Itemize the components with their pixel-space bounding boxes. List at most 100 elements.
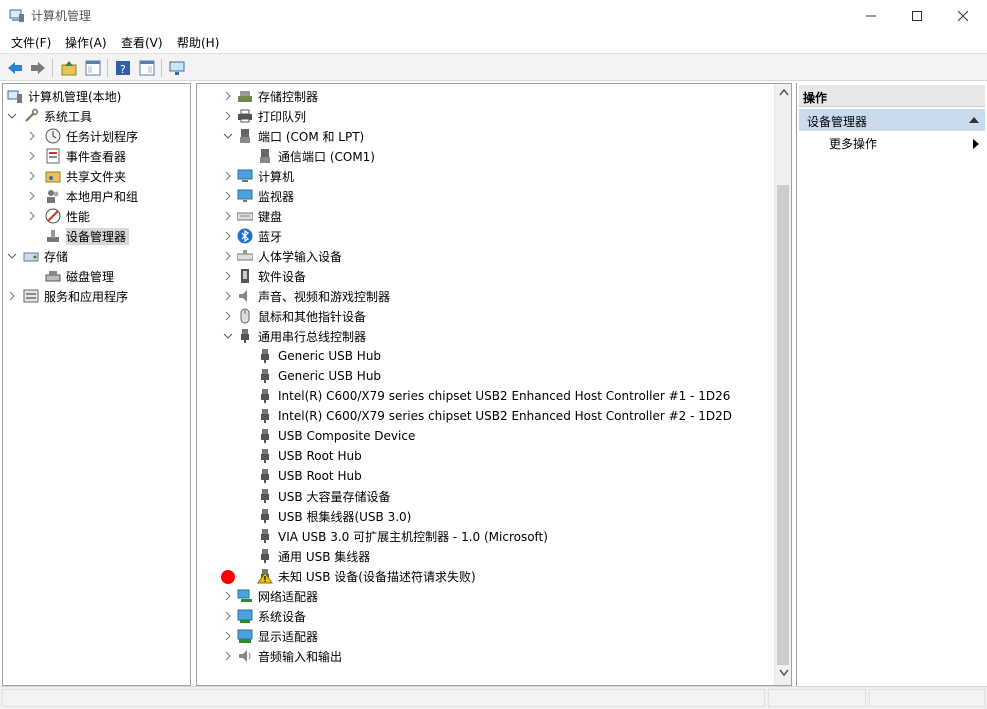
chevron-down-icon[interactable] (7, 251, 17, 261)
chevron-right-icon[interactable] (27, 151, 37, 161)
usb-icon (257, 368, 273, 384)
scroll-up-icon[interactable] (775, 88, 791, 100)
device-tree-item[interactable]: 人体学输入设备 (225, 246, 342, 266)
menu-help[interactable]: 帮助(H) (177, 34, 219, 51)
chevron-right-icon[interactable] (223, 651, 233, 661)
chevron-down-icon[interactable] (7, 111, 17, 121)
scrollbar-thumb[interactable] (777, 185, 789, 665)
device-tree-item[interactable]: Generic USB Hub (257, 366, 381, 386)
device-tree-item[interactable]: 端口 (COM 和 LPT) (223, 126, 364, 146)
speaker-icon (237, 288, 253, 304)
usb-icon (257, 448, 273, 464)
event-viewer-icon (45, 148, 61, 164)
tree-item-shared-folders[interactable]: 共享文件夹 (27, 166, 126, 186)
device-tree-item[interactable]: 计算机 (225, 166, 294, 186)
actions-pane: 操作 设备管理器 更多操作 (796, 83, 987, 686)
chevron-right-icon[interactable] (223, 111, 233, 121)
device-tree-item[interactable]: 软件设备 (225, 266, 306, 286)
device-tree-item[interactable]: 存储控制器 (225, 86, 318, 106)
tree-item-device-manager[interactable]: 设备管理器 (45, 226, 130, 246)
device-tree-item[interactable]: USB Root Hub (257, 446, 362, 466)
device-tree-item[interactable]: USB Root Hub (257, 466, 362, 486)
tree-item-task-scheduler[interactable]: 任务计划程序 (27, 126, 138, 146)
device-tree-item[interactable]: 显示适配器 (225, 626, 318, 646)
device-tree-item[interactable]: USB 大容量存储设备 (257, 486, 390, 506)
show-action-pane-icon[interactable] (138, 59, 156, 77)
menu-file[interactable]: 文件(F) (11, 34, 51, 51)
chevron-right-icon[interactable] (223, 191, 233, 201)
forward-icon[interactable] (29, 59, 47, 77)
chevron-right-icon[interactable] (223, 271, 233, 281)
tree-item-label: 存储 (44, 249, 69, 264)
scroll-down-icon[interactable] (775, 669, 791, 681)
tree-item-local-users[interactable]: 本地用户和组 (27, 186, 138, 206)
red-marker-dot (221, 570, 235, 584)
tree-root[interactable]: 计算机管理(本地) (7, 86, 121, 106)
maximize-button[interactable] (894, 0, 940, 32)
chevron-right-icon[interactable] (223, 211, 233, 221)
chevron-right-icon[interactable] (223, 231, 233, 241)
device-tree-item[interactable]: 音频输入和输出 (225, 646, 342, 666)
device-tree-item[interactable]: 监视器 (225, 186, 294, 206)
chevron-down-icon[interactable] (223, 131, 233, 141)
tree-item-services[interactable]: 服务和应用程序 (7, 286, 128, 306)
back-icon[interactable] (6, 59, 24, 77)
chevron-right-icon[interactable] (223, 251, 233, 261)
device-tree-item[interactable]: USB Composite Device (257, 426, 415, 446)
tree-item-storage[interactable]: 存储 (7, 246, 68, 266)
chevron-right-icon[interactable] (27, 131, 37, 141)
chevron-right-icon[interactable] (223, 311, 233, 321)
minimize-button[interactable] (848, 0, 894, 32)
collapse-up-icon[interactable] (969, 117, 979, 123)
device-tree-item[interactable]: Intel(R) C600/X79 series chipset USB2 En… (257, 406, 732, 426)
actions-group-label: 设备管理器 (807, 115, 868, 129)
device-tree-item[interactable]: 系统设备 (225, 606, 306, 626)
warning-icon (257, 568, 273, 584)
chevron-right-icon[interactable] (27, 191, 37, 201)
status-segment (869, 689, 985, 707)
help-icon[interactable]: ? (114, 59, 132, 77)
vertical-scrollbar[interactable] (774, 84, 791, 685)
chevron-right-icon[interactable] (223, 171, 233, 181)
tree-item-system-tools[interactable]: 系统工具 (7, 106, 92, 126)
monitor-icon[interactable] (168, 59, 186, 77)
chevron-right-icon[interactable] (223, 291, 233, 301)
device-tree-item[interactable]: 鼠标和其他指针设备 (225, 306, 366, 326)
tree-item-disk-management[interactable]: 磁盘管理 (45, 266, 114, 286)
more-actions-item[interactable]: 更多操作 (829, 135, 985, 155)
chevron-right-icon[interactable] (27, 211, 37, 221)
device-tree-item[interactable]: 通用串行总线控制器 (223, 326, 366, 346)
device-tree-item[interactable]: 未知 USB 设备(设备描述符请求失败) (257, 566, 476, 586)
device-tree-item[interactable]: 蓝牙 (225, 226, 282, 246)
device-tree-item[interactable]: USB 根集线器(USB 3.0) (257, 506, 411, 526)
up-folder-icon[interactable] (60, 59, 78, 77)
chevron-right-icon[interactable] (223, 591, 233, 601)
chevron-right-icon[interactable] (223, 91, 233, 101)
device-tree-item[interactable]: Intel(R) C600/X79 series chipset USB2 En… (257, 386, 730, 406)
chevron-right-icon[interactable] (27, 171, 37, 181)
device-tree-item[interactable]: 通用 USB 集线器 (257, 546, 370, 566)
device-tree-item[interactable]: 键盘 (225, 206, 282, 226)
show-hide-tree-icon[interactable] (84, 59, 102, 77)
device-tree-item[interactable]: 打印队列 (225, 106, 306, 126)
system-device-icon (237, 608, 253, 624)
device-tree-item[interactable]: 声音、视频和游戏控制器 (225, 286, 390, 306)
title-bar: 计算机管理 (0, 0, 987, 32)
chevron-right-icon[interactable] (223, 631, 233, 641)
menu-view[interactable]: 查看(V) (121, 34, 163, 51)
keyboard-icon (237, 208, 253, 224)
device-tree-item[interactable]: 通信端口 (COM1) (257, 146, 375, 166)
chevron-right-icon[interactable] (7, 291, 17, 301)
menu-action[interactable]: 操作(A) (65, 34, 107, 51)
device-tree-item[interactable]: 网络适配器 (225, 586, 318, 606)
tree-item-performance[interactable]: 性能 (27, 206, 90, 226)
services-icon (23, 288, 39, 304)
chevron-right-icon[interactable] (223, 611, 233, 621)
actions-group-device-manager[interactable]: 设备管理器 (799, 109, 985, 131)
tree-item-event-viewer[interactable]: 事件查看器 (27, 146, 126, 166)
device-tree-item[interactable]: Generic USB Hub (257, 346, 381, 366)
device-tree-item[interactable]: VIA USB 3.0 可扩展主机控制器 - 1.0 (Microsoft) (257, 526, 548, 546)
menu-bar: 文件(F) 操作(A) 查看(V) 帮助(H) (0, 32, 987, 53)
chevron-down-icon[interactable] (223, 331, 233, 341)
close-button[interactable] (940, 0, 986, 32)
